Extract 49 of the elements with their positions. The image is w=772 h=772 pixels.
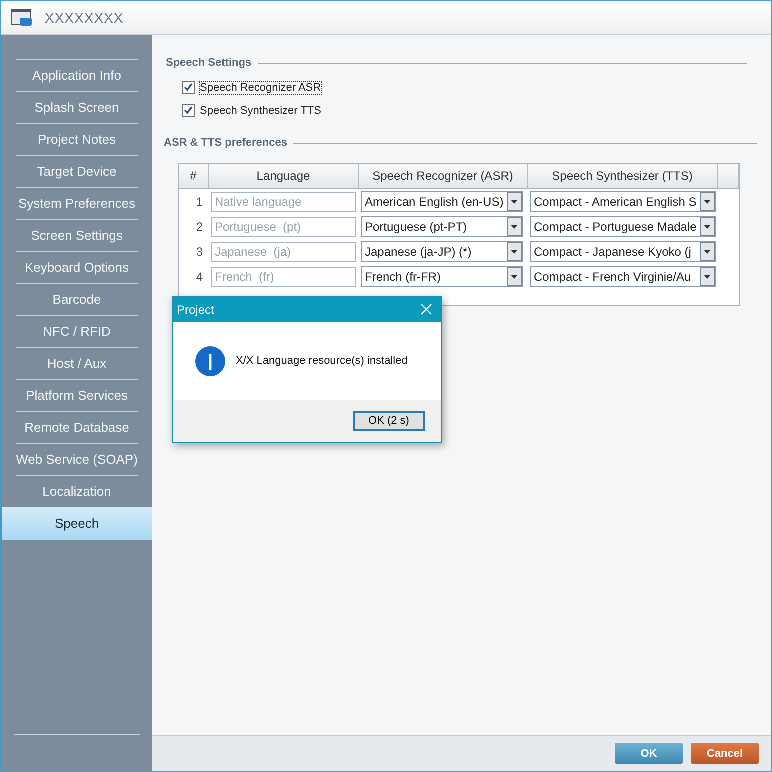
checkbox[interactable] bbox=[182, 81, 195, 94]
dropdown[interactable]: Portuguese (pt-PT) bbox=[361, 216, 523, 237]
cancel-button[interactable]: Cancel bbox=[691, 743, 759, 764]
dropdown[interactable]: American English (en-US) bbox=[361, 191, 523, 212]
sidebar-item[interactable]: Splash Screen bbox=[16, 91, 138, 123]
ok-button[interactable]: OK (2 s) bbox=[353, 411, 425, 431]
dialog-message: X/X Language resource(s) installed bbox=[236, 355, 408, 367]
dropdown[interactable]: French (fr-FR) bbox=[361, 266, 523, 287]
column-header: Speech Synthesizer (TTS) bbox=[528, 164, 718, 188]
sidebar-item[interactable]: Barcode bbox=[16, 283, 138, 315]
dropdown[interactable]: Compact - Japanese Kyoko (j bbox=[530, 241, 716, 262]
sidebar-item[interactable]: Keyboard Options bbox=[16, 251, 138, 283]
sidebar-item[interactable]: Screen Settings bbox=[16, 219, 138, 251]
column-header: Speech Recognizer (ASR) bbox=[359, 164, 528, 188]
window-icon bbox=[11, 8, 33, 26]
checkbox-label[interactable]: Speech Recognizer ASR bbox=[200, 82, 322, 94]
row-number: 4 bbox=[195, 270, 204, 284]
window-title: XXXXXXXX bbox=[45, 10, 124, 26]
column-header: Language bbox=[209, 164, 359, 188]
sidebar-item[interactable]: Speech bbox=[2, 507, 152, 540]
dropdown[interactable]: Compact - American English S bbox=[530, 191, 716, 212]
dialog-title: Project bbox=[177, 302, 216, 316]
language-field[interactable]: Japanese (ja) bbox=[211, 242, 356, 262]
sidebar-item[interactable]: NFC / RFID bbox=[16, 315, 138, 347]
language-field[interactable]: French (fr) bbox=[211, 266, 356, 286]
sidebar-item[interactable]: Target Device bbox=[16, 155, 138, 187]
sidebar-item[interactable]: Remote Database bbox=[16, 411, 138, 443]
dropdown[interactable]: Compact - French Virginie/Au bbox=[530, 266, 716, 287]
dropdown[interactable]: Japanese (ja-JP) (*) bbox=[361, 241, 523, 262]
sidebar-item[interactable]: Application Info bbox=[16, 59, 138, 91]
row-number: 1 bbox=[195, 194, 204, 208]
close-icon[interactable] bbox=[421, 304, 432, 315]
sidebar-item[interactable]: Platform Services bbox=[16, 379, 138, 411]
sidebar-item[interactable]: System Preferences bbox=[16, 187, 138, 219]
info-icon bbox=[195, 346, 226, 376]
column-header: # bbox=[179, 164, 209, 188]
sidebar-item[interactable]: Web Service (SOAP) bbox=[16, 443, 138, 475]
row-number: 3 bbox=[195, 244, 204, 258]
sidebar-item[interactable]: Host / Aux bbox=[16, 347, 138, 379]
row-number: 2 bbox=[195, 220, 204, 234]
dropdown[interactable]: Compact - Portuguese Madale bbox=[530, 216, 716, 237]
section-title: Speech Settings bbox=[166, 57, 252, 69]
sidebar-item[interactable]: Project Notes bbox=[16, 123, 138, 155]
language-field[interactable]: Portuguese (pt) bbox=[211, 216, 356, 236]
checkbox[interactable] bbox=[182, 104, 195, 117]
language-field[interactable]: Native language bbox=[211, 192, 356, 212]
checkbox-label[interactable]: Speech Synthesizer TTS bbox=[200, 104, 322, 116]
ok-button[interactable]: OK bbox=[615, 743, 683, 764]
section-title: ASR & TTS preferences bbox=[164, 137, 288, 149]
